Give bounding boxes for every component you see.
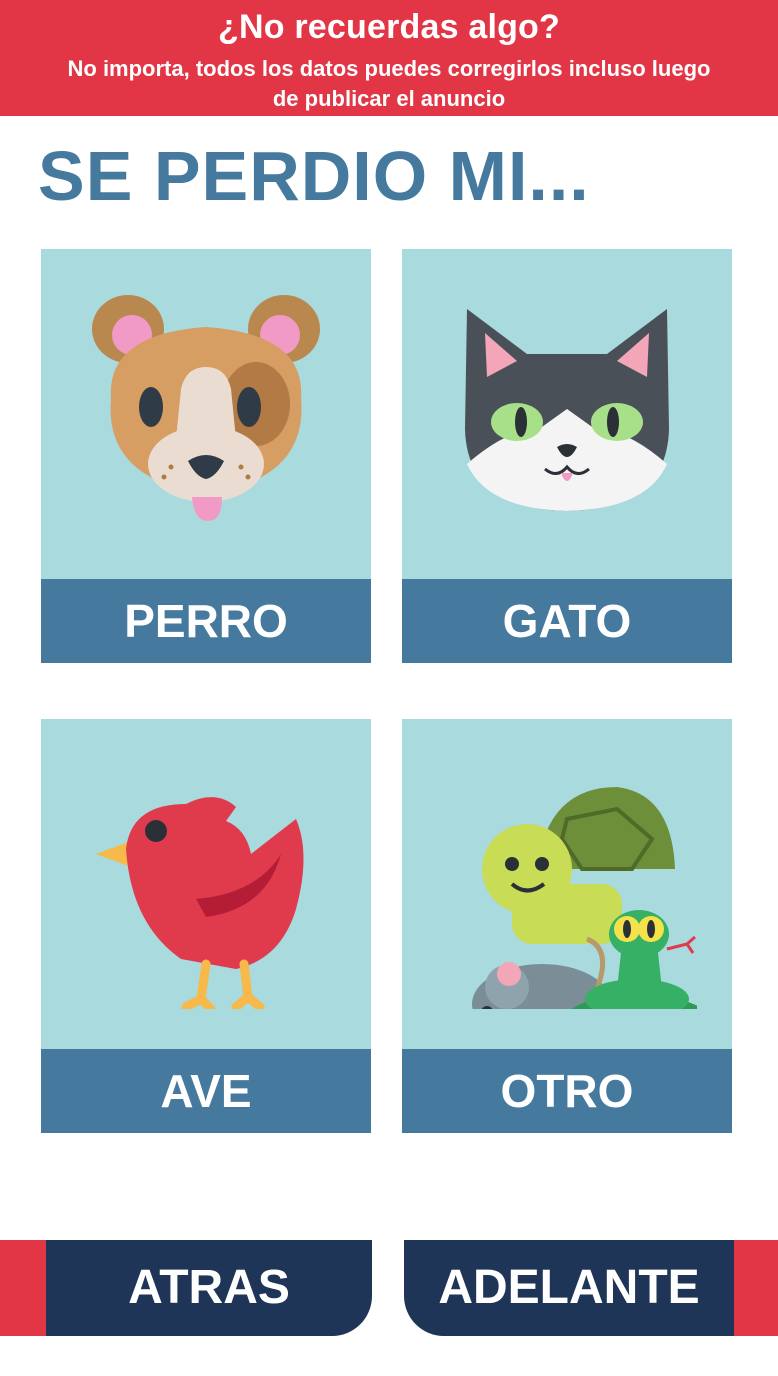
- option-label-gato: GATO: [402, 579, 732, 663]
- page-title: SE PERDIO MI...: [38, 137, 590, 215]
- banner-title: ¿No recuerdas algo?: [218, 8, 560, 46]
- back-button[interactable]: ATRAS: [46, 1240, 372, 1336]
- next-button[interactable]: ADELANTE: [404, 1240, 734, 1336]
- info-banner: ¿No recuerdas algo? No importa, todos lo…: [0, 0, 778, 116]
- dog-icon: [92, 295, 320, 521]
- option-card-gato[interactable]: GATO: [402, 249, 732, 663]
- option-label-otro: OTRO: [402, 1049, 732, 1133]
- option-label-ave: AVE: [41, 1049, 371, 1133]
- option-card-perro[interactable]: PERRO: [41, 249, 371, 663]
- option-card-ave[interactable]: AVE: [41, 719, 371, 1133]
- option-card-otro[interactable]: OTRO: [402, 719, 732, 1133]
- cat-icon: [465, 309, 669, 511]
- option-label-perro: PERRO: [41, 579, 371, 663]
- back-accent-bar: [0, 1240, 46, 1336]
- bird-icon: [96, 797, 304, 1009]
- other-animals-icon: [472, 787, 697, 1009]
- next-accent-bar: [734, 1240, 778, 1336]
- banner-subtitle: No importa, todos los datos puedes corre…: [67, 56, 711, 111]
